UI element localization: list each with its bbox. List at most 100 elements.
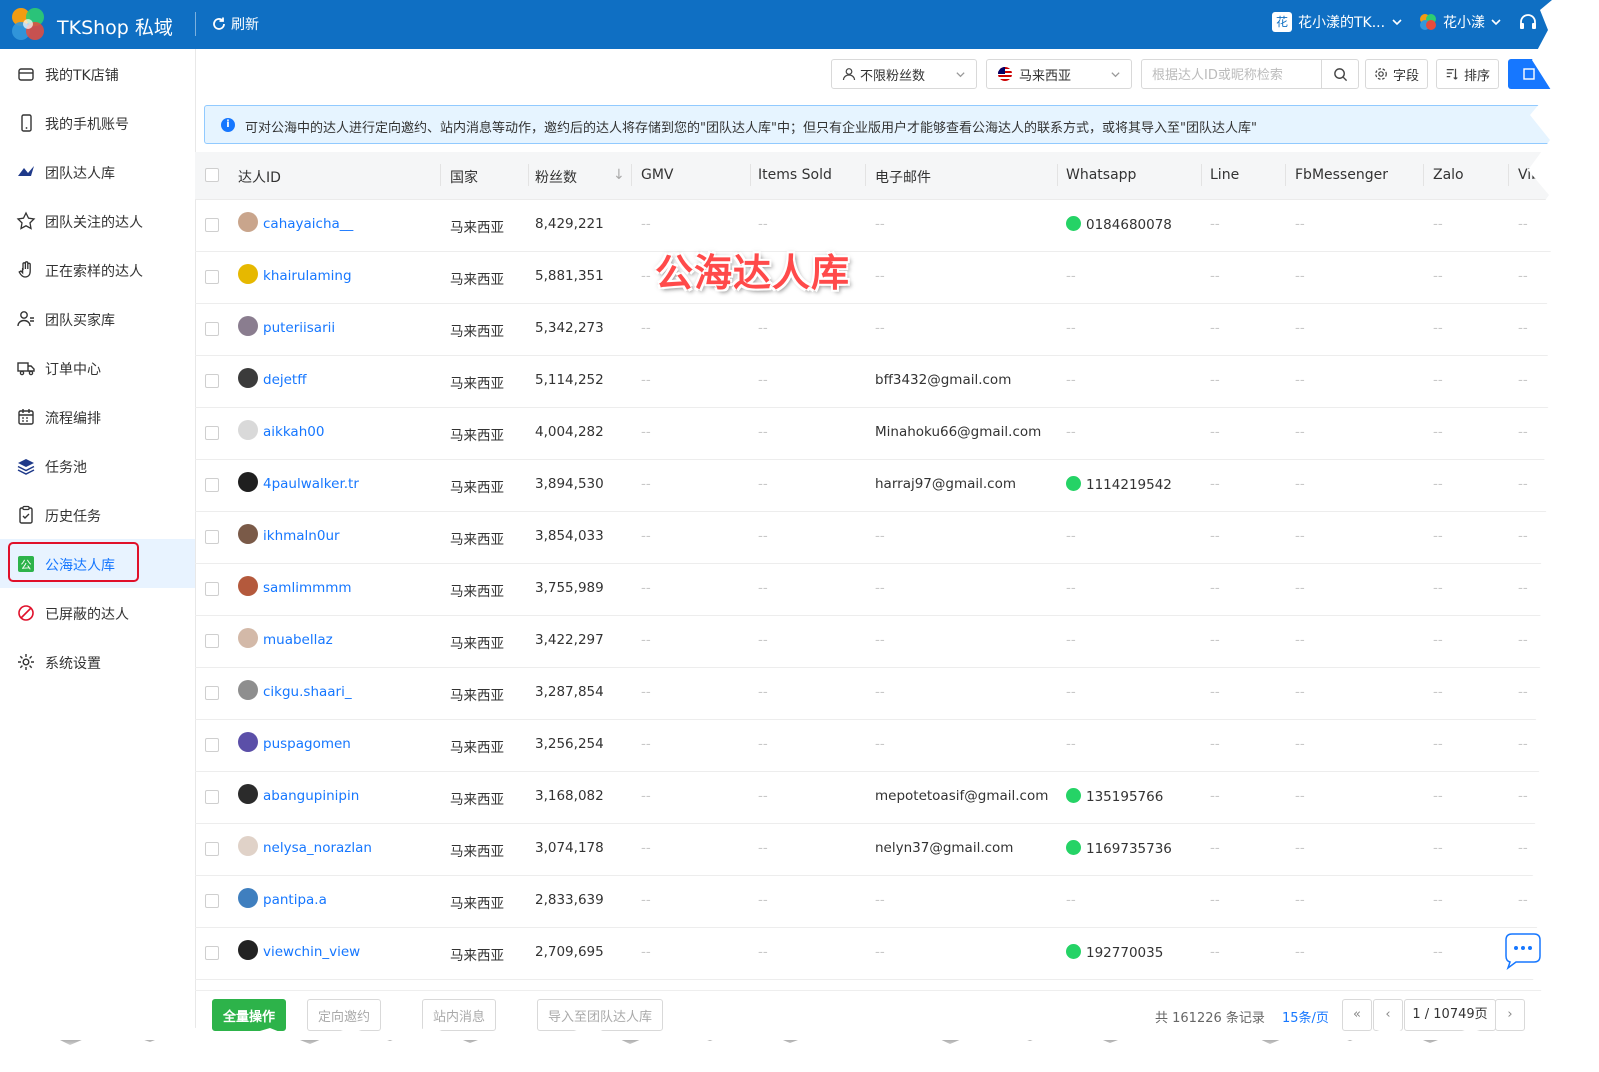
line-cell: -- <box>1210 320 1220 336</box>
gmv-cell: -- <box>641 216 651 232</box>
creator-id-link[interactable]: nelysa_norazlan <box>263 840 372 856</box>
creator-id-link[interactable]: cikgu.shaari_ <box>263 684 352 700</box>
sidebar-item-12[interactable]: 系统设置 <box>0 637 195 686</box>
country-cell: 马来西亚 <box>450 324 504 340</box>
creator-id-link[interactable]: puspagomen <box>263 736 351 752</box>
sidebar-item-2[interactable]: 团队达人库 <box>0 147 195 196</box>
sidebar-item-5[interactable]: 团队买家库 <box>0 294 195 343</box>
followers-filter-dropdown[interactable]: 不限粉丝数 <box>831 59 977 89</box>
country-cell: 马来西亚 <box>450 896 504 912</box>
primary-action-button[interactable] <box>1508 59 1552 89</box>
creator-id-link[interactable]: 4paulwalker.tr <box>263 476 359 492</box>
row-checkbox[interactable] <box>205 218 219 232</box>
sidebar-item-3[interactable]: 团队关注的达人 <box>0 196 195 245</box>
gmv-cell: -- <box>641 684 651 700</box>
creator-id-link[interactable]: ikhmaln0ur <box>263 528 340 544</box>
sidebar-item-10[interactable]: 公公海达人库 <box>0 539 195 588</box>
whatsapp-number: 0184680078 <box>1086 217 1172 233</box>
row-checkbox[interactable] <box>205 478 219 492</box>
prev-page-button[interactable]: ‹ <box>1373 999 1403 1031</box>
row-checkbox[interactable] <box>205 426 219 440</box>
zalo-cell: -- <box>1433 736 1443 752</box>
row-checkbox[interactable] <box>205 842 219 856</box>
avatar <box>238 368 258 388</box>
table-row: aikkah00 马来西亚 4,004,282 -- -- Minahoku66@gmai… <box>195 407 1552 460</box>
message-button[interactable]: 站内消息 <box>422 999 497 1031</box>
email-cell: -- <box>875 684 885 700</box>
sidebar-item-9[interactable]: 历史任务 <box>0 490 195 539</box>
row-checkbox[interactable] <box>205 322 219 336</box>
creator-id-link[interactable]: dejetff <box>263 372 307 388</box>
fields-button[interactable]: 字段 <box>1365 59 1429 89</box>
support-chat-icon[interactable] <box>1500 930 1544 972</box>
creator-id-link[interactable]: abangupinipin <box>263 788 359 804</box>
shop-selector[interactable]: 花 花小漾的TK... <box>1272 12 1403 32</box>
row-checkbox[interactable] <box>205 634 219 648</box>
sidebar-item-4[interactable]: 正在索样的达人 <box>0 245 195 294</box>
row-checkbox[interactable] <box>205 686 219 700</box>
page-size-selector[interactable]: 15条/页 <box>1282 1007 1329 1026</box>
bulk-operation-button[interactable]: 全量操作 <box>212 999 287 1031</box>
row-checkbox[interactable] <box>205 530 219 544</box>
row-checkbox[interactable] <box>205 374 219 388</box>
country-cell: 马来西亚 <box>450 220 504 236</box>
search-input[interactable] <box>1150 65 1324 85</box>
first-page-button[interactable]: « <box>1342 999 1372 1031</box>
sort-label: 排序 <box>1464 68 1491 84</box>
email-cell: -- <box>875 320 885 336</box>
column-divider <box>1057 164 1058 186</box>
sidebar-item-11[interactable]: 已屏蔽的达人 <box>0 588 195 637</box>
row-checkbox[interactable] <box>205 270 219 284</box>
creator-id-link[interactable]: khairulaming <box>263 268 352 284</box>
shop-icon <box>16 64 36 84</box>
creator-id-link[interactable]: samlimmmm <box>263 580 352 596</box>
column-header: Vib <box>1518 167 1541 183</box>
next-page-button[interactable]: › <box>1495 999 1525 1031</box>
select-all-checkbox[interactable] <box>205 168 219 182</box>
gear-icon <box>1375 68 1387 80</box>
gmv-cell: -- <box>641 580 651 596</box>
search-button[interactable] <box>1321 60 1358 88</box>
avatar <box>238 472 258 492</box>
user-selector[interactable]: 花小漾 <box>1418 12 1502 32</box>
import-to-team-button[interactable]: 导入至团队达人库 <box>537 999 664 1031</box>
sidebar-item-0[interactable]: 我的TK店铺 <box>0 49 195 98</box>
row-checkbox[interactable] <box>205 894 219 908</box>
table-footer: 全量操作 定向邀约 站内消息 导入至团队达人库 共 161226 条记录 15条… <box>195 990 1552 1040</box>
invite-button[interactable]: 定向邀约 <box>307 999 382 1031</box>
svg-text:公: 公 <box>21 559 32 572</box>
sidebar-item-7[interactable]: 流程编排 <box>0 392 195 441</box>
creator-id-link[interactable]: viewchin_view <box>263 944 360 960</box>
items-sold-cell: -- <box>758 736 768 752</box>
avatar <box>238 264 258 284</box>
headset-icon[interactable] <box>1518 12 1538 36</box>
sort-arrow-icon[interactable]: ↓ <box>613 167 625 183</box>
viber-cell: -- <box>1518 684 1528 700</box>
row-checkbox[interactable] <box>205 790 219 804</box>
creator-id-link[interactable]: muabellaz <box>263 632 333 648</box>
total-records: 共 161226 条记录 <box>1155 1011 1265 1026</box>
creator-id-link[interactable]: aikkah00 <box>263 424 324 440</box>
items-sold-cell: -- <box>758 632 768 648</box>
refresh-button[interactable]: 刷新 <box>211 14 259 34</box>
sidebar-item-label: 流程编排 <box>45 411 101 427</box>
creator-id-link[interactable]: pantipa.a <box>263 892 327 908</box>
creator-id-link[interactable]: puteriisarii <box>263 320 335 336</box>
row-checkbox[interactable] <box>205 946 219 960</box>
country-filter-dropdown[interactable]: 马来西亚 <box>986 59 1132 89</box>
gmv-cell: -- <box>641 944 651 960</box>
line-cell: -- <box>1210 632 1220 648</box>
sidebar-item-label: 团队关注的达人 <box>45 215 143 231</box>
creator-id-link[interactable]: cahayaicha__ <box>263 216 353 232</box>
sidebar-item-6[interactable]: 订单中心 <box>0 343 195 392</box>
sort-button[interactable]: 排序 <box>1436 59 1500 89</box>
table-row: khairulaming 马来西亚 5,881,351 -- -- -- -- -- -- -- -… <box>195 251 1552 304</box>
sidebar-item-8[interactable]: 任务池 <box>0 441 195 490</box>
sidebar-item-1[interactable]: 我的手机账号 <box>0 98 195 147</box>
items-sold-cell: -- <box>758 372 768 388</box>
sidebar-item-label: 我的TK店铺 <box>45 68 119 84</box>
column-header[interactable]: 粉丝数 <box>535 167 577 187</box>
avatar <box>238 316 258 336</box>
row-checkbox[interactable] <box>205 738 219 752</box>
row-checkbox[interactable] <box>205 582 219 596</box>
